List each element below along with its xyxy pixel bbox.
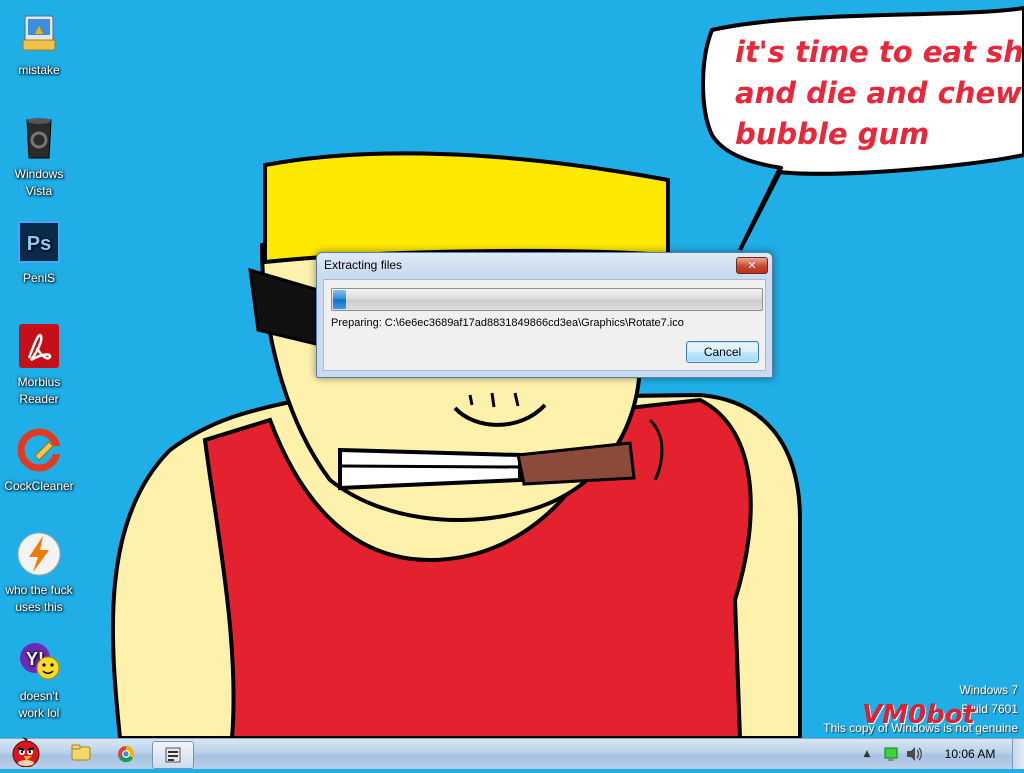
icon-label: Reader: [19, 392, 59, 406]
computer-icon: [15, 10, 63, 58]
watermark-windows: Windows 7: [959, 683, 1018, 697]
ccleaner-icon: [15, 426, 63, 474]
speech-line: bubble gum: [735, 117, 930, 151]
speech-line: and die and chew: [735, 76, 1022, 110]
vmobot-logo: VM0bot: [862, 700, 975, 730]
clock[interactable]: 10:06 AM: [935, 739, 1005, 769]
dialog-title: Extracting files: [324, 258, 403, 272]
chrome-icon: [118, 745, 135, 763]
figure-hair: [263, 151, 670, 265]
figure-mouth: [338, 447, 522, 491]
desktop-icon-who-the-fuck-uses-this[interactable]: who the fuck uses this: [0, 530, 78, 616]
icon-label: uses this: [15, 600, 63, 614]
chevron-up-icon: ▲: [863, 749, 871, 759]
speech-line: it's time to eat shit: [735, 35, 1024, 69]
recycle-bin-icon: [15, 114, 63, 162]
taskbar-chrome[interactable]: [106, 741, 146, 767]
taskbar-explorer[interactable]: [60, 741, 100, 767]
close-icon: ✕: [747, 259, 757, 272]
desktop-icon-doesnt-work-lol[interactable]: Y! doesn't work lol: [0, 636, 78, 722]
status-text: Preparing: C:\6e6ec3689af17ad8831849866c…: [331, 317, 684, 329]
icon-label: CockCleaner: [4, 479, 74, 493]
installer-icon: [165, 747, 181, 763]
show-desktop-button[interactable]: [1012, 739, 1024, 769]
network-tray-button[interactable]: [882, 739, 900, 769]
progress-bar-fill: [333, 290, 346, 309]
explorer-icon: [71, 744, 91, 761]
angry-bird-start-icon: [12, 737, 40, 767]
extracting-files-dialog: Extracting files ✕ Preparing: C:\6e6ec36…: [316, 252, 773, 378]
desktop-icon-mistake[interactable]: mistake: [0, 10, 78, 79]
icon-label: mistake: [18, 63, 60, 77]
icon-label: PeniS: [22, 271, 56, 285]
icon-label: who the fuck: [5, 583, 73, 597]
acrobat-reader-icon: [15, 322, 63, 370]
desktop-icon-windows-vista[interactable]: Windows Vista: [0, 114, 78, 200]
taskbar: ▲ 10:06 AM: [0, 737, 1024, 769]
icon-label: Windows: [14, 167, 64, 181]
desktop-icon-cockcleaner[interactable]: CockCleaner: [0, 426, 78, 495]
start-button[interactable]: [4, 737, 48, 767]
winamp-icon: [15, 530, 63, 578]
desktop-icon-morbius-reader[interactable]: Morbius Reader: [0, 322, 78, 408]
icon-label: doesn't: [19, 689, 59, 703]
yahoo-messenger-icon: Y!: [15, 636, 63, 684]
svg-text:Ps: Ps: [27, 233, 51, 255]
desktop-icon-penis[interactable]: Ps PeniS: [0, 218, 78, 287]
icon-label: work lol: [18, 706, 60, 720]
dialog-client-area: Preparing: C:\6e6ec3689af17ad8831849866c…: [323, 279, 766, 371]
taskbar-installer[interactable]: [152, 741, 194, 769]
progress-bar: [331, 288, 763, 311]
volume-tray-button[interactable]: [904, 739, 924, 769]
close-button[interactable]: ✕: [736, 257, 768, 274]
icon-label: Vista: [25, 184, 53, 198]
speech-bubble-text: it's time to eat shit and die and chew b…: [735, 32, 1024, 155]
photoshop-icon: Ps: [15, 218, 63, 266]
cancel-button[interactable]: Cancel: [686, 341, 759, 363]
volume-icon: [907, 747, 922, 761]
icon-label: Morbius: [17, 375, 61, 389]
show-hidden-icons-button[interactable]: ▲: [860, 739, 874, 769]
network-icon: [884, 747, 898, 761]
